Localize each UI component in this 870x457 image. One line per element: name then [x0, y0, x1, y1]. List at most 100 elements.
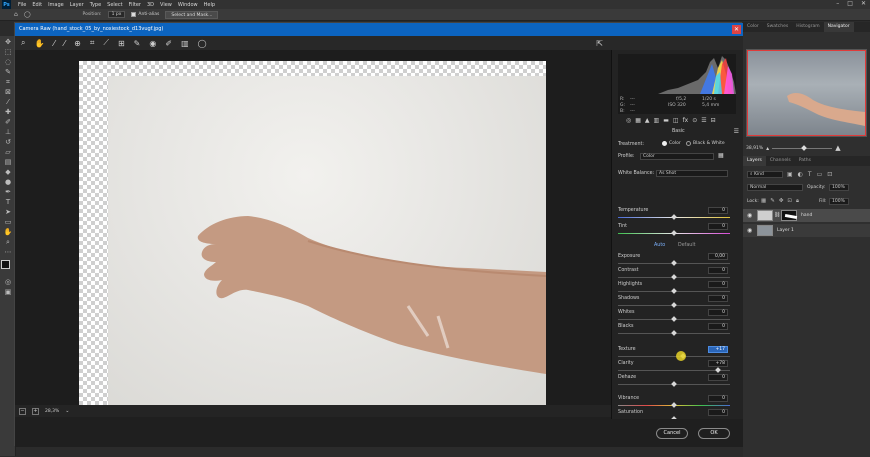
blend-mode-select[interactable]: Normal	[747, 184, 803, 191]
shape-tool-icon[interactable]: ▭	[3, 218, 13, 226]
minimize-icon[interactable]: –	[836, 0, 839, 7]
lock-paint-icon[interactable]: ✎	[770, 198, 775, 205]
tab-navigator[interactable]: Navigator	[823, 22, 854, 32]
zoom-tool-icon[interactable]: ⌕	[21, 38, 25, 48]
layer-mask-thumbnail[interactable]	[781, 210, 798, 221]
tab-color[interactable]: Color	[743, 22, 763, 32]
slider-value-field[interactable]: 0	[708, 409, 728, 416]
menu-3d[interactable]: 3D	[144, 2, 157, 8]
slider-thumb[interactable]	[671, 214, 677, 220]
navigator-zoom-slider[interactable]	[772, 144, 833, 151]
position-field[interactable]: 1 px	[107, 11, 126, 18]
zoom-dropdown-icon[interactable]: ⌄	[65, 408, 69, 414]
menu-file[interactable]: File	[15, 2, 29, 8]
type-filter-icon[interactable]: T	[808, 171, 812, 178]
crop-tool-icon[interactable]: ⌗	[3, 78, 13, 86]
slider-value-field[interactable]: 0	[708, 374, 728, 381]
menu-select[interactable]: Select	[104, 2, 125, 8]
slider-value-field[interactable]: 0	[708, 309, 728, 316]
history-brush-icon[interactable]: ↺	[3, 138, 13, 146]
menu-filter[interactable]: Filter	[126, 2, 144, 8]
maximize-icon[interactable]: □	[847, 0, 853, 7]
auto-button[interactable]: Auto	[654, 243, 665, 248]
crop-tool-icon[interactable]: ⌗	[90, 38, 95, 48]
menu-type[interactable]: Type	[87, 2, 104, 8]
slider-thumb[interactable]	[671, 288, 677, 294]
zoom-level[interactable]: 28,3%	[45, 409, 59, 414]
path-select-icon[interactable]: ➤	[3, 208, 13, 216]
bw-radio[interactable]: Black & White	[686, 141, 725, 146]
home-icon[interactable]: ⌂	[14, 11, 18, 18]
blur-tool-icon[interactable]: ◆	[3, 168, 13, 176]
eyedropper-tool-icon[interactable]: ⁄	[3, 98, 13, 106]
fill-field[interactable]: 100%	[829, 198, 849, 205]
menu-help[interactable]: Help	[201, 2, 218, 8]
slider-value-field[interactable]: +17	[708, 346, 728, 353]
quick-mask-icon[interactable]: ◎	[3, 278, 13, 286]
screen-mode-icon[interactable]: ▣	[3, 288, 13, 296]
hand-tool-icon[interactable]: ✋	[34, 39, 44, 48]
wb-select[interactable]: As Shot	[656, 170, 728, 177]
slider-value-field[interactable]: 0	[708, 395, 728, 402]
slider-thumb[interactable]	[671, 316, 677, 322]
open-preferences-icon[interactable]: ⇱	[596, 39, 603, 48]
cancel-button[interactable]: Cancel	[656, 428, 688, 439]
hsl-icon[interactable]: ▥	[654, 117, 660, 124]
slider-value-field[interactable]: 0	[708, 323, 728, 330]
detail-icon[interactable]: ▲	[645, 117, 650, 124]
targeted-adjust-icon[interactable]: ⊕	[74, 39, 81, 48]
hand-tool-icon[interactable]: ✋	[3, 228, 13, 236]
slider-thumb[interactable]	[714, 367, 721, 373]
layer-name[interactable]: hand	[801, 213, 812, 218]
tab-paths[interactable]: Paths	[795, 156, 815, 166]
lock-artboard-icon[interactable]: ⊡	[787, 198, 792, 205]
slider-thumb[interactable]	[671, 230, 677, 236]
dialog-close-icon[interactable]: ✕	[732, 25, 741, 34]
stamp-tool-icon[interactable]: ⊥	[3, 128, 13, 136]
slider-thumb[interactable]	[671, 260, 677, 266]
tab-layers[interactable]: Layers	[743, 156, 766, 166]
more-tools-icon[interactable]: ⋯	[3, 248, 13, 256]
menu-view[interactable]: View	[157, 2, 175, 8]
lens-icon[interactable]: ◫	[673, 117, 679, 124]
straighten-tool-icon[interactable]: ⟋	[103, 38, 109, 48]
menu-layer[interactable]: Layer	[67, 2, 87, 8]
image-preview-area[interactable]	[15, 50, 611, 407]
photo-preview[interactable]	[108, 76, 546, 406]
slider-value-field[interactable]: 0	[708, 281, 728, 288]
lock-position-icon[interactable]: ✥	[779, 198, 784, 205]
tab-swatches[interactable]: Swatches	[763, 22, 793, 32]
lock-transparency-icon[interactable]: ▦	[761, 198, 766, 205]
lock-all-icon[interactable]: 🔒︎	[796, 198, 799, 205]
effects-icon[interactable]: fx	[683, 117, 689, 124]
ok-button[interactable]: OK	[698, 428, 730, 439]
pen-tool-icon[interactable]: ✒	[3, 188, 13, 196]
slider-value-field[interactable]: 0	[708, 267, 728, 274]
marquee-tool-icon[interactable]: ⬚	[3, 48, 13, 56]
panel-menu-icon[interactable]: ☰	[734, 128, 739, 135]
slider-value-field[interactable]: 0	[708, 295, 728, 302]
profile-select[interactable]: Color	[640, 153, 714, 160]
navigator-zoom-thumb[interactable]	[801, 144, 808, 151]
type-tool-icon[interactable]: T	[3, 198, 13, 206]
graduated-filter-icon[interactable]: ▥	[181, 39, 189, 48]
navigator-zoom-value[interactable]: 38,91%	[746, 146, 763, 151]
slider-track[interactable]	[618, 356, 730, 357]
brush-tool-icon[interactable]: ✐	[3, 118, 13, 126]
red-eye-icon[interactable]: ◉	[149, 39, 156, 48]
split-toning-icon[interactable]: ▬	[663, 117, 669, 124]
slider-thumb[interactable]	[671, 330, 677, 336]
navigator-thumbnail[interactable]	[746, 49, 867, 137]
eraser-tool-icon[interactable]: ▱	[3, 148, 13, 156]
gradient-tool-icon[interactable]: ▤	[3, 158, 13, 166]
layer-name[interactable]: Layer 1	[777, 228, 794, 233]
shape-filter-icon[interactable]: ▭	[817, 171, 823, 178]
pixel-filter-icon[interactable]: ▣	[787, 171, 793, 178]
snapshots-icon[interactable]: ⊟	[711, 117, 716, 124]
menu-image[interactable]: Image	[45, 2, 67, 8]
adjustment-filter-icon[interactable]: ◐	[798, 171, 803, 178]
opacity-field[interactable]: 100%	[829, 184, 849, 191]
color-sampler-icon[interactable]: ⁄	[64, 39, 65, 48]
select-and-mask-button[interactable]: Select and Mask...	[165, 10, 219, 19]
foreground-color-swatch[interactable]	[1, 260, 10, 269]
